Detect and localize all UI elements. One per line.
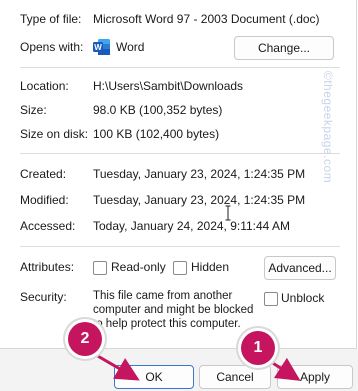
callout-1: 1 (241, 331, 275, 365)
annotation-arrows (95, 353, 301, 381)
arrow-to-ok (95, 353, 140, 381)
arrow-to-apply (267, 357, 301, 381)
file-properties-dialog: Type of file: Microsoft Word 97 - 2003 D… (0, 0, 358, 391)
callout-2: 2 (68, 322, 102, 356)
